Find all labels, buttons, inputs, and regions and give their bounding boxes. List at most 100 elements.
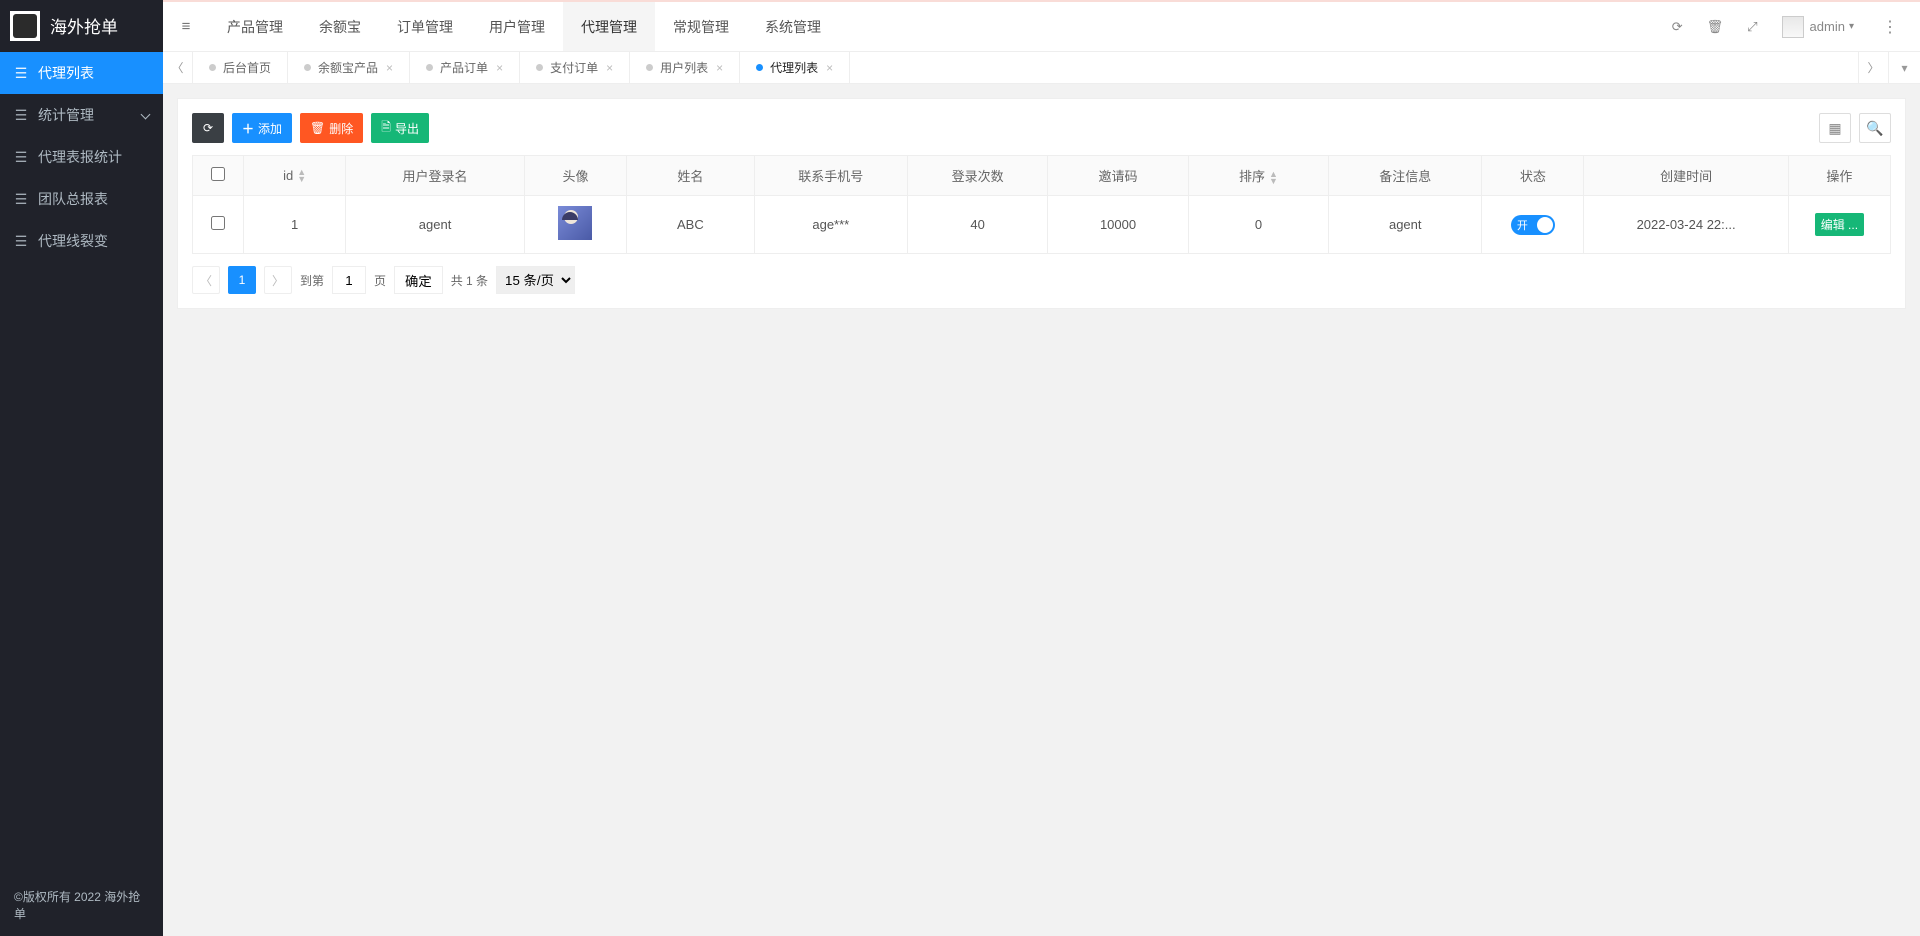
cell-avatar — [524, 196, 626, 254]
sidebar-item-team-report[interactable]: ☰ 团队总报表 — [0, 178, 163, 220]
sidebar-item-agent-list[interactable]: ☰ 代理列表 — [0, 52, 163, 94]
sidebar-item-agent-report[interactable]: ☰ 代理表报统计 — [0, 136, 163, 178]
nav-yuebao[interactable]: 余额宝 — [301, 2, 379, 51]
cell-remark: agent — [1329, 196, 1482, 254]
sort-icon — [297, 169, 306, 183]
nav-user[interactable]: 用户管理 — [471, 2, 563, 51]
th-status: 状态 — [1482, 156, 1584, 196]
tab-user-list[interactable]: 用户列表 × — [630, 52, 740, 83]
pager-ok[interactable]: 确定 — [394, 266, 443, 294]
top-nav: 产品管理 余额宝 订单管理 用户管理 代理管理 常规管理 系统管理 — [209, 2, 839, 51]
nav-system[interactable]: 系统管理 — [747, 2, 839, 51]
close-icon[interactable]: × — [826, 61, 833, 75]
select-all-checkbox[interactable] — [211, 167, 225, 181]
close-icon[interactable]: × — [716, 61, 723, 75]
file-icon: 🗎 — [381, 118, 391, 139]
nav-general[interactable]: 常规管理 — [655, 2, 747, 51]
columns-button[interactable]: ▦ — [1819, 113, 1851, 143]
tab-dot-icon — [304, 64, 311, 71]
sidebar-item-label: 统计管理 — [38, 105, 94, 125]
th-avatar: 头像 — [524, 156, 626, 196]
cell-created: 2022-03-24 22:... — [1584, 196, 1788, 254]
delete-label: 删除 — [329, 120, 353, 137]
cell-id: 1 — [244, 196, 346, 254]
th-login: 用户登录名 — [346, 156, 525, 196]
edit-button[interactable]: 编辑 ... — [1815, 213, 1864, 236]
sidebar: 海外抢单 ☰ 代理列表 ☰ 统计管理 ☰ 代理表报统计 ☰ 团队总报表 ☰ 代理… — [0, 0, 163, 936]
pager-page-word: 页 — [374, 272, 386, 289]
list-icon: ☰ — [14, 65, 28, 82]
tabs-prev[interactable]: 〈 — [163, 52, 193, 83]
th-phone: 联系手机号 — [754, 156, 907, 196]
th-created: 创建时间 — [1584, 156, 1788, 196]
copyright: ©版权所有 2022 海外抢单 — [0, 876, 163, 936]
trash-icon[interactable]: 🗑 — [1707, 19, 1724, 35]
chevron-down-icon: ▾ — [1849, 21, 1854, 32]
plus-icon: ＋ — [242, 120, 254, 137]
pager-next[interactable]: 〉 — [264, 266, 292, 294]
brand-logo — [10, 11, 40, 41]
pager-to-label: 到第 — [300, 272, 324, 289]
th-invite: 邀请码 — [1048, 156, 1188, 196]
cell-sort: 0 — [1188, 196, 1328, 254]
refresh-icon[interactable]: ⟳ — [1672, 19, 1683, 35]
tabs-menu[interactable]: ▾ — [1888, 52, 1920, 83]
delete-button[interactable]: 🗑 删除 — [300, 113, 363, 143]
tab-yuebao-product[interactable]: 余额宝产品 × — [288, 52, 410, 83]
user-name: admin — [1810, 19, 1845, 34]
nav-order[interactable]: 订单管理 — [379, 2, 471, 51]
nav-agent[interactable]: 代理管理 — [563, 2, 655, 51]
pager-page-1[interactable]: 1 — [228, 266, 256, 294]
tab-home[interactable]: 后台首页 — [193, 52, 288, 83]
add-button[interactable]: ＋ 添加 — [232, 113, 292, 143]
sidebar-toggle[interactable]: ≡ — [163, 18, 209, 35]
sidebar-item-fission[interactable]: ☰ 代理线裂变 — [0, 220, 163, 262]
list-icon: ☰ — [14, 233, 28, 250]
tab-label: 余额宝产品 — [318, 59, 378, 76]
th-sort[interactable]: 排序 — [1188, 156, 1328, 196]
tab-label: 用户列表 — [660, 59, 708, 76]
close-icon[interactable]: × — [606, 61, 613, 75]
th-name: 姓名 — [627, 156, 755, 196]
sidebar-item-stats[interactable]: ☰ 统计管理 — [0, 94, 163, 136]
page-tabs: 〈 后台首页 余额宝产品 × 产品订单 × 支付订单 × — [163, 52, 1920, 84]
tab-agent-list[interactable]: 代理列表 × — [740, 52, 850, 83]
export-label: 导出 — [395, 120, 419, 137]
tab-dot-icon — [756, 64, 763, 71]
refresh-button[interactable]: ⟳ — [192, 113, 224, 143]
row-checkbox[interactable] — [211, 216, 225, 230]
cell-phone: age*** — [754, 196, 907, 254]
pager-input[interactable] — [332, 266, 366, 294]
tab-dot-icon — [646, 64, 653, 71]
pager-total: 共 1 条 — [451, 272, 488, 289]
sidebar-item-label: 团队总报表 — [38, 189, 108, 209]
search-button[interactable]: 🔍 — [1859, 113, 1891, 143]
tab-dot-icon — [536, 64, 543, 71]
pager-prev[interactable]: 〈 — [192, 266, 220, 294]
tab-pay-order[interactable]: 支付订单 × — [520, 52, 630, 83]
th-id[interactable]: id — [244, 156, 346, 196]
more-icon[interactable]: ⋮ — [1878, 17, 1902, 37]
card: ⟳ ＋ 添加 🗑 删除 🗎 导出 ▦ 🔍 — [177, 98, 1906, 309]
fullscreen-icon[interactable]: ⤢ — [1747, 19, 1757, 35]
table-row: 1 agent ABC age*** 40 10000 0 agent 开 — [193, 196, 1891, 254]
avatar-image — [558, 206, 592, 240]
tabs-next[interactable]: 〉 — [1858, 52, 1888, 83]
close-icon[interactable]: × — [386, 61, 393, 75]
header-tools: ⟳ 🗑 ⤢ admin ▾ ⋮ — [1672, 16, 1920, 38]
nav-product[interactable]: 产品管理 — [209, 2, 301, 51]
list-icon: ☰ — [14, 191, 28, 208]
export-button[interactable]: 🗎 导出 — [371, 113, 429, 143]
sidebar-item-label: 代理列表 — [38, 63, 94, 83]
sidebar-menu: ☰ 代理列表 ☰ 统计管理 ☰ 代理表报统计 ☰ 团队总报表 ☰ 代理线裂变 — [0, 52, 163, 262]
status-switch[interactable]: 开 — [1511, 215, 1555, 235]
th-ops: 操作 — [1788, 156, 1890, 196]
pager-pagesize[interactable]: 15 条/页 — [496, 266, 575, 294]
tab-product-order[interactable]: 产品订单 × — [410, 52, 520, 83]
close-icon[interactable]: × — [496, 61, 503, 75]
header: ≡ 产品管理 余额宝 订单管理 用户管理 代理管理 常规管理 系统管理 ⟳ 🗑 … — [163, 0, 1920, 52]
th-remark: 备注信息 — [1329, 156, 1482, 196]
cell-login: agent — [346, 196, 525, 254]
cell-name: ABC — [627, 196, 755, 254]
user-menu[interactable]: admin ▾ — [1782, 16, 1854, 38]
